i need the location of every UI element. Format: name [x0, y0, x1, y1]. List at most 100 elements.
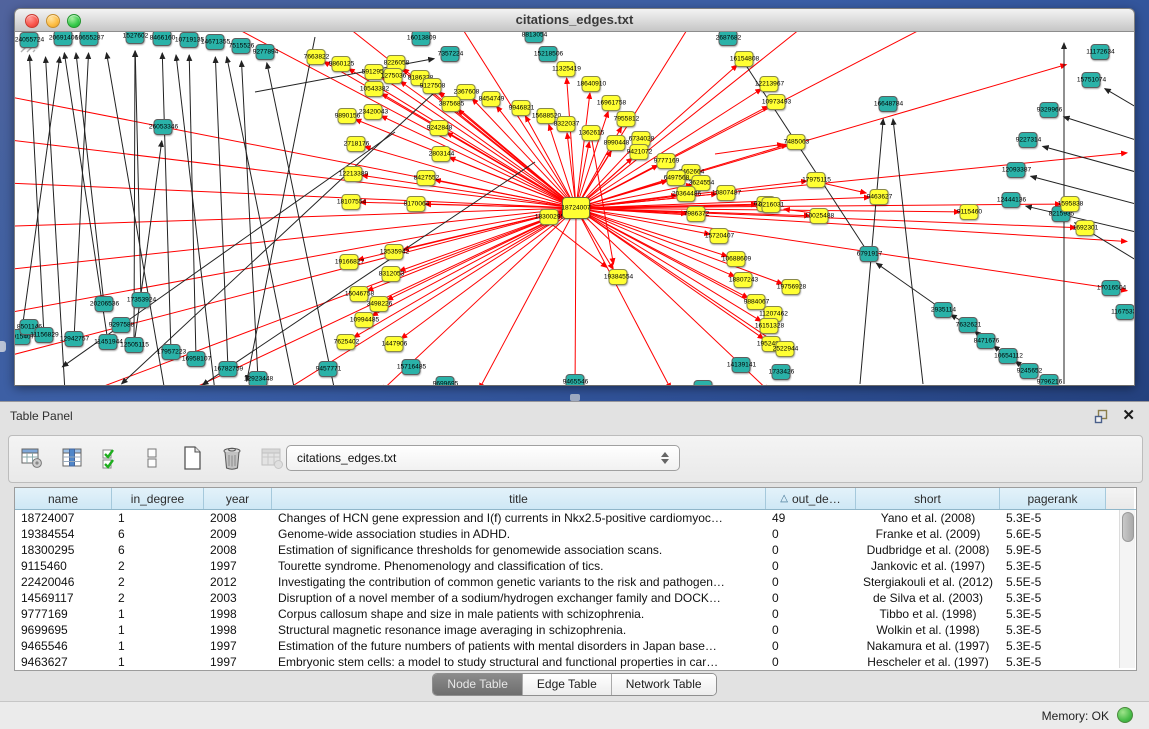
table-row[interactable]: 946362711997Embryonic stem cells: a mode…: [15, 654, 1136, 670]
graph-node[interactable]: 11172634: [1091, 44, 1110, 60]
graph-node[interactable]: 9796216: [1040, 374, 1059, 386]
graph-node[interactable]: 9277894: [256, 44, 275, 60]
graph-node[interactable]: 9245652: [1020, 363, 1039, 379]
graph-node[interactable]: 18300295: [540, 209, 559, 225]
graph-node[interactable]: 12505115: [125, 337, 144, 353]
graph-node[interactable]: 1733426: [772, 364, 791, 380]
graph-node[interactable]: 10688609: [727, 251, 746, 267]
column-header-short[interactable]: short: [856, 488, 1000, 509]
graph-node[interactable]: 16782759: [219, 361, 238, 377]
graph-node[interactable]: 19384554: [609, 269, 628, 285]
graph-node[interactable]: 16151328: [760, 318, 779, 334]
graph-node[interactable]: 8454749: [482, 91, 501, 107]
graph-node[interactable]: 23420043: [364, 104, 383, 120]
table-row[interactable]: 911546021997Tourette syndrome. Phenomeno…: [15, 558, 1136, 574]
graph-node[interactable]: 7986372: [687, 206, 706, 222]
graph-node[interactable]: 17975115: [807, 172, 826, 188]
graph-node[interactable]: 9329966: [1040, 102, 1059, 118]
graph-node[interactable]: 16958107: [187, 351, 206, 367]
graph-node[interactable]: 9242848: [430, 120, 449, 136]
graph-node[interactable]: 17957223: [162, 344, 181, 360]
graph-node[interactable]: 15720407: [710, 228, 729, 244]
table-row[interactable]: 1938455462009Genome-wide association stu…: [15, 526, 1136, 542]
graph-node[interactable]: 8312053: [382, 266, 401, 282]
graph-node[interactable]: 9946821: [512, 100, 531, 116]
graph-node[interactable]: 15688520: [537, 108, 556, 124]
graph-node[interactable]: 9127508: [423, 78, 442, 94]
graph-node[interactable]: 8427552: [417, 170, 436, 186]
graph-node[interactable]: 7515526: [232, 38, 251, 54]
column-header-out_de[interactable]: △out_de…: [766, 488, 856, 509]
graph-node[interactable]: 24055724: [20, 32, 39, 48]
graph-node[interactable]: 14139141: [732, 357, 751, 373]
table-row[interactable]: 946554611997Estimation of the future num…: [15, 638, 1136, 654]
graph-node[interactable]: 1692301: [1076, 220, 1095, 236]
graph-node[interactable]: 9227314: [1019, 132, 1038, 148]
graph-node[interactable]: 1595838: [1061, 196, 1080, 212]
table-row[interactable]: 1830029562008Estimation of significance …: [15, 542, 1136, 558]
close-panel-icon[interactable]: ✕: [1122, 406, 1135, 424]
graph-node[interactable]: 16154808: [735, 51, 754, 67]
graph-node[interactable]: 16648784: [879, 96, 898, 112]
graph-node[interactable]: 9777169: [657, 153, 676, 169]
graph-node[interactable]: 12213389: [344, 166, 363, 182]
graph-node[interactable]: 6791917: [860, 246, 879, 262]
graph-node[interactable]: 7632621: [959, 317, 978, 333]
graph-node[interactable]: 12093387: [1007, 162, 1026, 178]
graph-node[interactable]: 11675338: [1116, 304, 1135, 320]
show-column-icon[interactable]: [59, 444, 85, 472]
graph-node[interactable]: 8990448: [607, 135, 626, 151]
graph-node[interactable]: 10543382: [365, 81, 384, 97]
scrollbar-thumb[interactable]: [1122, 512, 1134, 542]
graph-node[interactable]: 7663822: [307, 49, 326, 65]
graph-node[interactable]: 7357224: [441, 46, 460, 62]
memory-indicator-icon[interactable]: [1117, 707, 1133, 723]
table-row[interactable]: 969969511998Structural magnetic resonanc…: [15, 622, 1136, 638]
graph-node[interactable]: 2522944: [776, 341, 795, 357]
deselect-all-icon[interactable]: [139, 444, 165, 472]
graph-node[interactable]: 3875685: [442, 96, 461, 112]
column-header-name[interactable]: name: [15, 488, 112, 509]
graph-node[interactable]: 19756928: [782, 279, 801, 295]
graph-node[interactable]: 10973493: [767, 94, 786, 110]
graph-node[interactable]: 15751074: [1082, 72, 1101, 88]
tab-edge-table[interactable]: Edge Table: [523, 674, 612, 695]
select-all-icon[interactable]: [99, 444, 125, 472]
column-header-year[interactable]: year: [204, 488, 272, 509]
graph-node[interactable]: 12942757: [65, 331, 84, 347]
import-table-icon[interactable]: [19, 444, 45, 472]
graph-node[interactable]: 17353924: [132, 292, 151, 308]
graph-canvas[interactable]: 2405572420691406106552871527602846616010…: [14, 32, 1135, 386]
delete-column-icon[interactable]: [259, 444, 285, 472]
graph-node[interactable]: 10655287: [80, 32, 99, 46]
graph-node[interactable]: 10654112: [999, 348, 1018, 364]
graph-node[interactable]: 8813054: [525, 32, 544, 43]
column-header-pagerank[interactable]: pagerank: [1000, 488, 1106, 509]
graph-node[interactable]: 19166827: [340, 254, 359, 270]
graph-node[interactable]: 15218506: [539, 46, 558, 62]
graph-node[interactable]: 15716485: [402, 359, 421, 375]
table-scrollbar[interactable]: [1119, 510, 1135, 668]
graph-node[interactable]: 9457771: [319, 361, 338, 377]
graph-node[interactable]: 9421072: [630, 144, 649, 160]
graph-node[interactable]: 17016504: [1102, 280, 1121, 296]
graph-node[interactable]: 1527602: [126, 32, 145, 44]
graph-node[interactable]: 16013809: [412, 32, 431, 46]
graph-node[interactable]: 1275036: [384, 68, 403, 84]
graph-node[interactable]: 11325419: [557, 61, 576, 77]
window-titlebar[interactable]: citations_edges.txt: [14, 8, 1135, 32]
graph-node[interactable]: 10719135: [180, 32, 199, 48]
graph-node[interactable]: 2718176: [347, 136, 366, 152]
graph-node[interactable]: 2803144: [432, 146, 451, 162]
graph-node[interactable]: 11451944: [99, 334, 118, 350]
graph-node[interactable]: 2687682: [719, 32, 738, 46]
graph-node[interactable]: 8170064: [407, 196, 426, 212]
graph-node[interactable]: 16961758: [602, 95, 621, 111]
graph-node[interactable]: 18807243: [734, 272, 753, 288]
graph-node[interactable]: 9699695: [436, 376, 455, 386]
graph-node[interactable]: 10025488: [810, 208, 829, 224]
graph-node[interactable]: 14671355: [206, 34, 225, 50]
tab-network-table[interactable]: Network Table: [612, 674, 716, 695]
graph-node[interactable]: 8471676: [977, 333, 996, 349]
graph-node[interactable]: 18640910: [582, 76, 601, 92]
